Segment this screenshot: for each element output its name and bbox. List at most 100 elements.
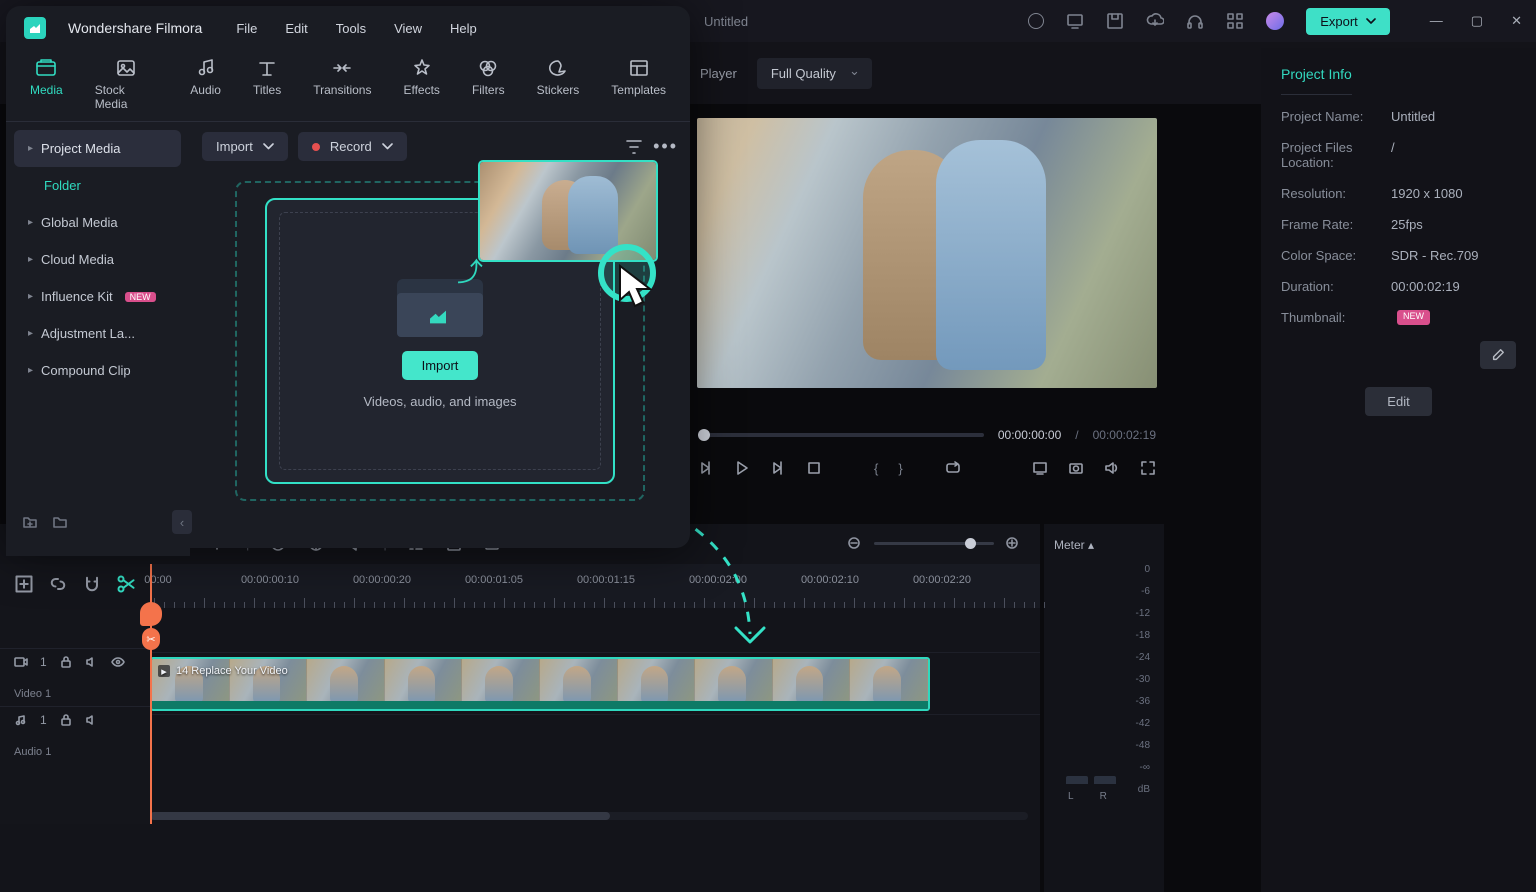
menu-view[interactable]: View	[394, 21, 422, 36]
tab-effects[interactable]: Effects	[403, 58, 439, 121]
clip-label: 14 Replace Your Video	[176, 665, 288, 677]
meter-title[interactable]: Meter ▴	[1054, 538, 1154, 552]
quality-select[interactable]: Full Quality	[757, 58, 872, 89]
sidebar-item-global-media[interactable]: ▸Global Media	[14, 204, 181, 241]
zoom-in-icon[interactable]	[1004, 535, 1022, 553]
stop-icon[interactable]	[806, 460, 822, 476]
step-back-icon[interactable]	[698, 460, 714, 476]
app-logo-icon	[24, 17, 46, 39]
tab-stickers[interactable]: Stickers	[537, 58, 580, 121]
audio-track[interactable]	[150, 714, 1040, 776]
snapshot-icon[interactable]	[1068, 460, 1084, 476]
export-button[interactable]: Export	[1306, 8, 1390, 35]
lock-icon[interactable]	[59, 713, 73, 727]
mute-icon[interactable]	[85, 655, 99, 669]
tab-templates[interactable]: Templates	[611, 58, 666, 121]
preview-scrubber[interactable]	[698, 433, 984, 437]
sidebar-item-folder[interactable]: Folder	[14, 167, 181, 204]
headphones-icon[interactable]	[1186, 12, 1204, 30]
thumbnail-edit-icon[interactable]	[1480, 341, 1516, 369]
step-forward-icon[interactable]	[770, 460, 786, 476]
add-track-icon[interactable]	[14, 574, 34, 594]
video-track-header[interactable]: 1 Video 1	[0, 648, 150, 706]
meter-level: -∞	[1140, 762, 1150, 773]
new-badge: NEW	[125, 292, 156, 302]
folder-icon[interactable]	[52, 514, 68, 530]
meter-level: -6	[1141, 586, 1150, 597]
record-dropdown[interactable]: Record	[298, 132, 407, 161]
meter-level: -48	[1136, 740, 1150, 751]
filter-icon[interactable]	[625, 138, 643, 156]
more-options-icon[interactable]: •••	[653, 136, 678, 157]
playhead-handle[interactable]: ✂	[142, 628, 160, 650]
tab-titles[interactable]: Titles	[253, 58, 281, 121]
close-button[interactable]: ✕	[1511, 13, 1522, 29]
sidebar-item-influence-kit[interactable]: ▸Influence KitNEW	[14, 278, 181, 315]
timeline-panel: | | 1 Vi	[0, 524, 1040, 892]
magnet-icon[interactable]	[82, 574, 102, 594]
tab-transitions[interactable]: Transitions	[313, 58, 371, 121]
player-label: Player	[700, 66, 737, 81]
display-icon[interactable]	[1032, 460, 1048, 476]
minimize-button[interactable]: —	[1430, 13, 1443, 29]
collapse-sidebar-button[interactable]: ‹	[172, 510, 192, 534]
meter-left-label: L	[1068, 791, 1074, 802]
mute-icon[interactable]	[85, 713, 99, 727]
link-icon[interactable]	[48, 574, 68, 594]
grid-icon[interactable]	[1226, 12, 1244, 30]
loop-icon[interactable]	[945, 460, 961, 476]
sidebar-item-adjustment-layer[interactable]: ▸Adjustment La...	[14, 315, 181, 352]
tab-stock-media[interactable]: Stock Media	[95, 58, 159, 121]
save-icon[interactable]	[1106, 12, 1124, 30]
menu-tools[interactable]: Tools	[336, 21, 366, 36]
video-track[interactable]: ▸14 Replace Your Video	[150, 652, 1040, 714]
meter-level: dB	[1138, 784, 1150, 795]
visibility-icon[interactable]	[111, 655, 125, 669]
pi-dur-value: 00:00:02:19	[1391, 279, 1460, 294]
cloud-download-icon[interactable]	[1146, 12, 1164, 30]
playhead[interactable]	[150, 564, 152, 824]
video-clip[interactable]: ▸14 Replace Your Video	[150, 657, 930, 711]
scissors-icon[interactable]	[116, 574, 136, 594]
preview-time-sep: /	[1075, 428, 1078, 442]
titlebar-icons: Export — ▢ ✕	[1028, 8, 1522, 35]
tab-audio[interactable]: Audio	[190, 58, 221, 121]
mark-out-icon[interactable]: }	[898, 461, 902, 476]
fullscreen-icon[interactable]	[1140, 460, 1156, 476]
user-avatar-icon[interactable]	[1266, 12, 1284, 30]
zoom-slider[interactable]	[874, 542, 994, 545]
record-status-icon[interactable]	[1028, 13, 1044, 29]
mark-in-icon[interactable]: {	[874, 461, 878, 476]
lock-icon[interactable]	[59, 655, 73, 669]
preview-video[interactable]	[697, 118, 1157, 388]
app-menubar: File Edit Tools View Help	[236, 21, 476, 36]
menu-file[interactable]: File	[236, 21, 257, 36]
timeline-scrollbar[interactable]	[150, 812, 1028, 820]
timeline-zoom	[846, 535, 1022, 553]
volume-icon[interactable]	[1104, 460, 1120, 476]
edit-button[interactable]: Edit	[1365, 387, 1431, 416]
menu-help[interactable]: Help	[450, 21, 477, 36]
new-folder-icon[interactable]	[22, 514, 38, 530]
audio-track-header[interactable]: 1 Audio 1	[0, 706, 150, 764]
zoom-out-icon[interactable]	[846, 535, 864, 553]
menu-edit[interactable]: Edit	[285, 21, 307, 36]
import-dropdown[interactable]: Import	[202, 132, 288, 161]
quality-value: Full Quality	[771, 66, 836, 81]
tab-media[interactable]: Media	[30, 58, 63, 121]
project-info-header: Project Info	[1281, 66, 1352, 95]
window-title: Untitled	[704, 14, 748, 29]
monitor-icon[interactable]	[1066, 12, 1084, 30]
tab-filters[interactable]: Filters	[472, 58, 505, 121]
import-button[interactable]: Import	[402, 351, 479, 380]
media-sidebar: ▸Project Media Folder ▸Global Media ▸Clo…	[6, 122, 190, 556]
maximize-button[interactable]: ▢	[1471, 13, 1483, 29]
timeline-ruler[interactable]: 00:0000:00:00:1000:00:00:2000:00:01:0500…	[150, 564, 1040, 608]
sidebar-item-project-media[interactable]: ▸Project Media	[14, 130, 181, 167]
pi-files-value: /	[1391, 140, 1395, 170]
sidebar-item-cloud-media[interactable]: ▸Cloud Media	[14, 241, 181, 278]
meter-right-label: R	[1100, 791, 1107, 802]
sidebar-item-compound-clip[interactable]: ▸Compound Clip	[14, 352, 181, 389]
edit-button-label: Edit	[1387, 394, 1409, 409]
play-icon[interactable]	[734, 460, 750, 476]
